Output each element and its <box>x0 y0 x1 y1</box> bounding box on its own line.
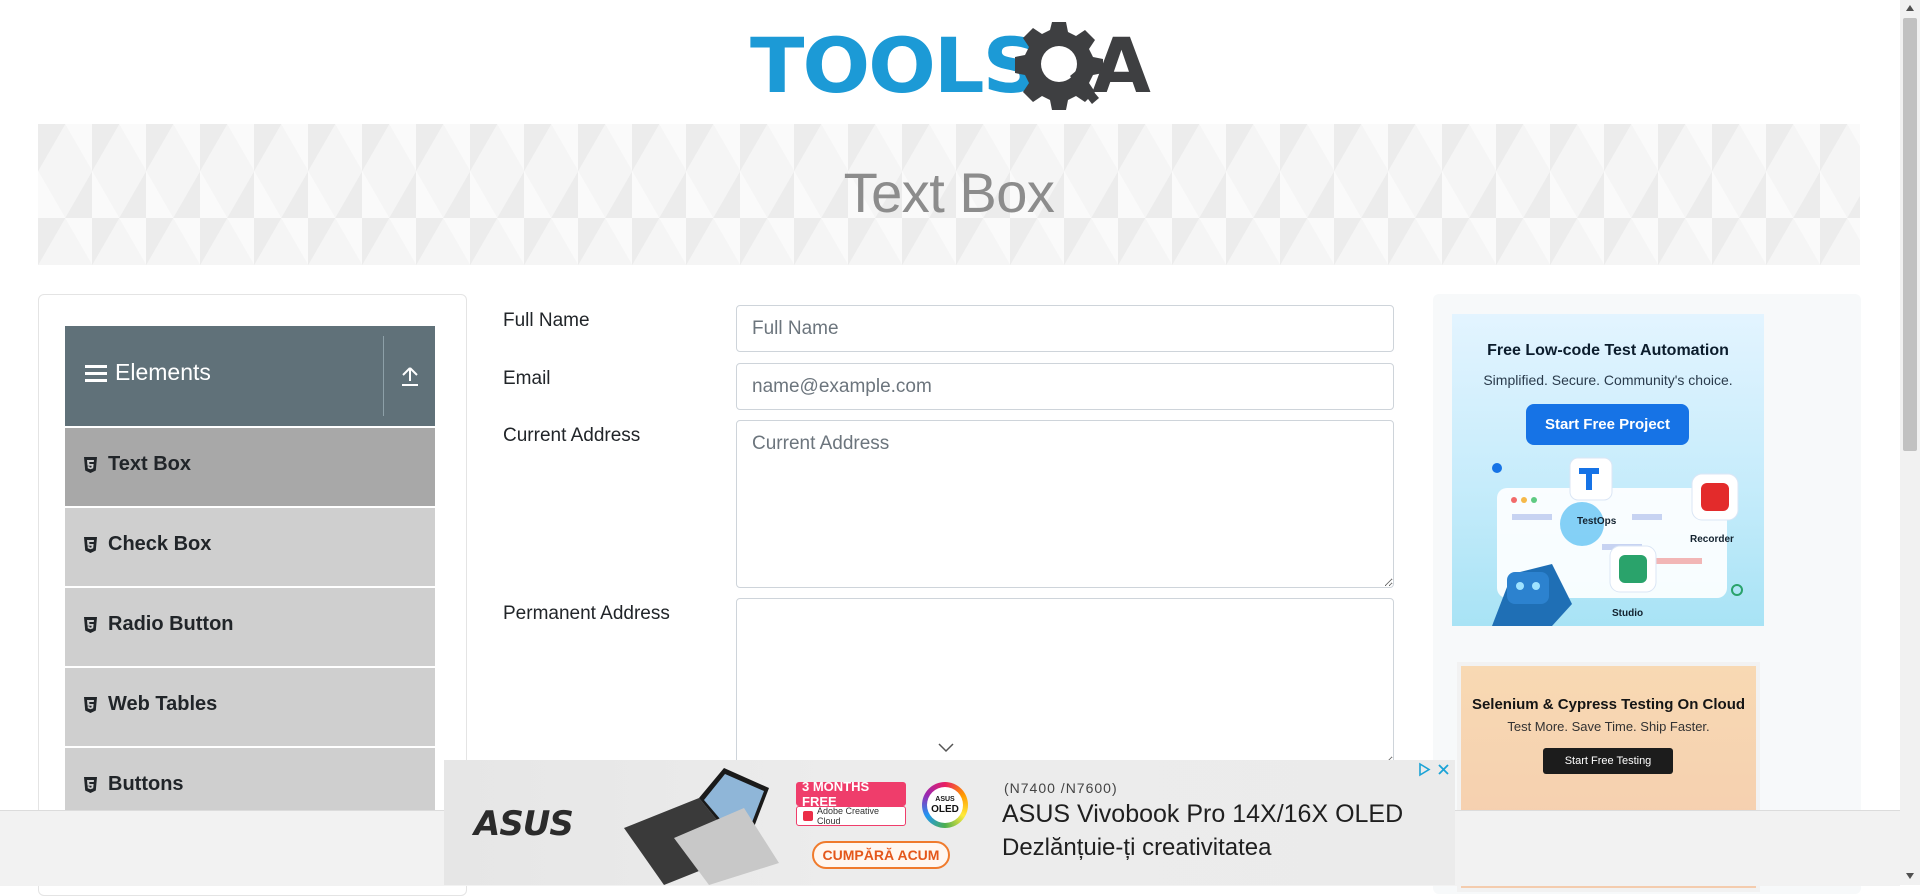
model-number: (N7400 /N7600) <box>1004 780 1118 796</box>
scroll-down-arrow-icon[interactable] <box>1905 872 1915 880</box>
laptop-image <box>624 768 779 885</box>
product-label: Recorder <box>1690 534 1734 545</box>
logo-text-a: A <box>1092 21 1151 110</box>
start-free-project-button[interactable]: Start Free Project <box>1526 404 1689 445</box>
ad-title: Selenium & Cypress Testing On Cloud <box>1471 696 1746 713</box>
sidebar-item-radio-button[interactable]: Radio Button <box>65 586 435 666</box>
email-input[interactable] <box>736 363 1394 410</box>
sidebar-item-label: Web Tables <box>108 693 218 715</box>
product-label: TestOps <box>1577 516 1617 527</box>
logo-text: TOOLS <box>750 21 1040 110</box>
current-address-textarea[interactable] <box>736 420 1394 588</box>
close-icon[interactable] <box>1436 762 1451 777</box>
sidebar-item-check-box[interactable]: Check Box <box>65 506 435 586</box>
sidebar-item-label: Check Box <box>108 533 212 555</box>
html5-icon <box>84 457 97 473</box>
elements-group-header[interactable]: Elements <box>65 326 435 426</box>
hamburger-icon <box>85 365 107 382</box>
permanent-address-textarea[interactable] <box>736 598 1394 766</box>
html5-icon <box>84 617 97 633</box>
sidebar-item-web-tables[interactable]: Web Tables <box>65 666 435 746</box>
toolsqa-logo[interactable]: TOOLS A <box>750 18 1155 114</box>
left-sidebar: Elements Text Box Check Box Radio Button <box>38 294 467 896</box>
creative-cloud-label: Adobe Creative Cloud <box>817 806 880 826</box>
page-banner: Text Box <box>38 124 1860 265</box>
katalon-ad[interactable]: Free Low-code Test Automation Simplified… <box>1452 314 1764 626</box>
oled-badge-label: OLED <box>931 804 959 815</box>
site-header: TOOLS A <box>0 0 1900 124</box>
page-title: Text Box <box>843 161 1055 224</box>
ad-headline: ASUS Vivobook Pro 14X/16X OLED <box>1002 800 1404 828</box>
adchoices-icon[interactable] <box>1417 762 1432 777</box>
chevron-down-icon[interactable] <box>937 742 955 754</box>
ad-tagline: Dezlănțuie-ți creativitatea <box>1002 834 1272 861</box>
buy-now-button[interactable]: CUMPĂRĂ ACUM <box>812 841 950 869</box>
arrow-up-icon <box>401 367 418 386</box>
current-address-label: Current Address <box>503 425 641 446</box>
sidebar-item-label: Buttons <box>108 773 184 795</box>
sidebar-item-label: Text Box <box>108 453 191 475</box>
collapse-button[interactable] <box>384 326 435 426</box>
ad-subtitle: Simplified. Secure. Community's choice. <box>1483 372 1733 388</box>
asus-logo: ASUS <box>474 804 574 844</box>
sidebar-item-label: Radio Button <box>108 613 234 635</box>
permanent-address-label: Permanent Address <box>503 603 670 624</box>
html5-icon <box>84 537 97 553</box>
sidebar-item-text-box[interactable]: Text Box <box>65 426 435 506</box>
full-name-label: Full Name <box>503 310 590 331</box>
ad-subtitle: Test More. Save Time. Ship Faster. <box>1507 719 1710 734</box>
full-name-input[interactable] <box>736 305 1394 352</box>
html5-icon <box>84 697 97 713</box>
asus-banner-ad[interactable]: ASUS 3 MONTHS FREE Adobe Creative Cloud … <box>444 760 1455 885</box>
ad-title: Free Low-code Test Automation <box>1487 342 1729 359</box>
product-label: Studio <box>1612 608 1644 619</box>
group-title: Elements <box>115 359 211 385</box>
vertical-scrollbar[interactable] <box>1900 0 1920 885</box>
html5-icon <box>84 777 97 793</box>
scrollbar-thumb[interactable] <box>1903 18 1917 451</box>
scroll-up-arrow-icon[interactable] <box>1905 4 1915 12</box>
oled-badge: ASUS OLED <box>922 782 968 828</box>
adobe-icon <box>803 811 813 821</box>
creative-cloud-badge: Adobe Creative Cloud <box>796 806 906 826</box>
email-label: Email <box>503 368 551 389</box>
months-free-badge: 3 MONTHS FREE <box>796 779 906 809</box>
start-free-testing-button[interactable]: Start Free Testing <box>1543 748 1673 774</box>
